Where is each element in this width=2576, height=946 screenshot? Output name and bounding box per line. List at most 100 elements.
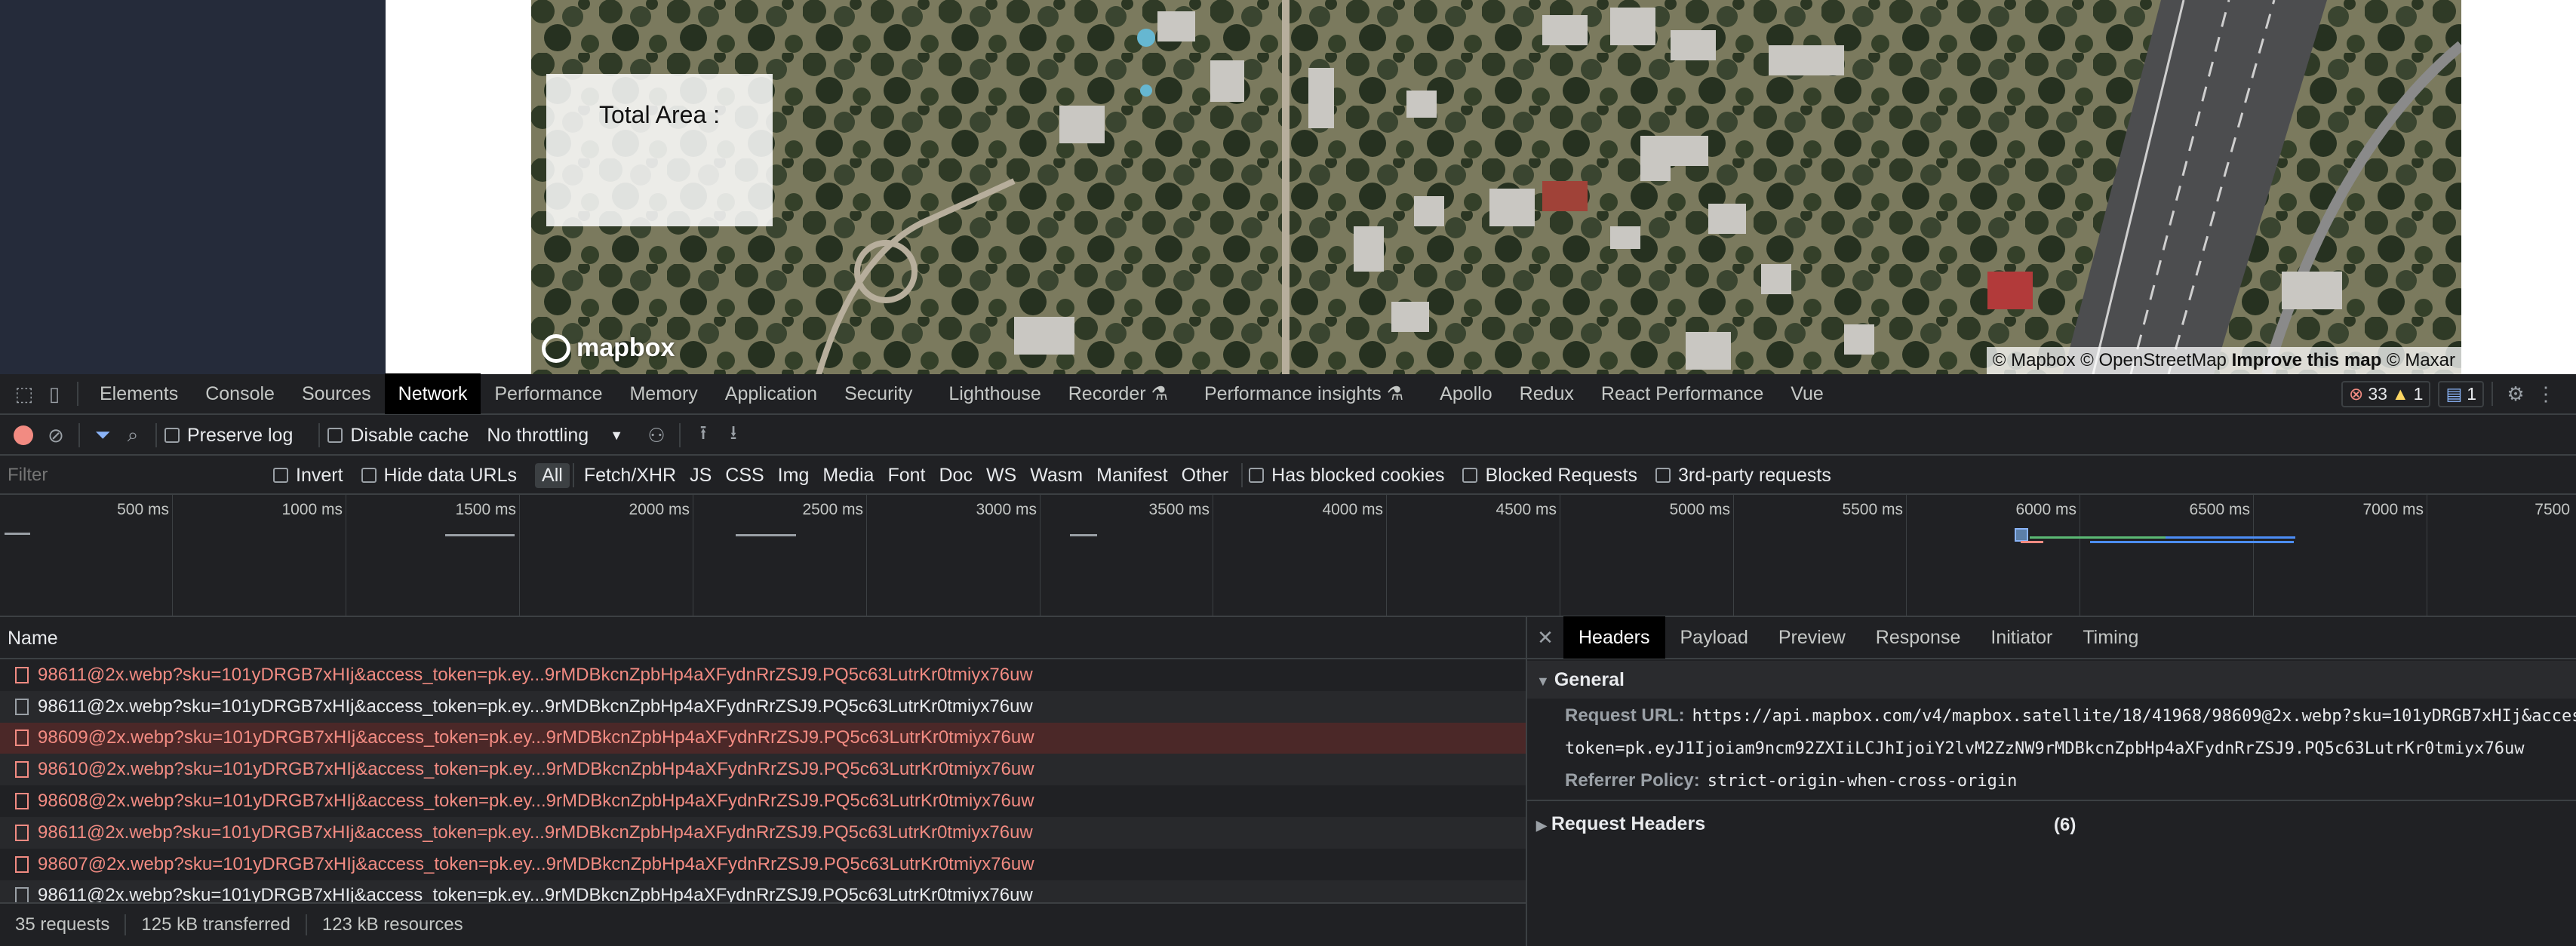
table-row[interactable]: 98608@2x.webp?sku=101yDRGB7xHIj&access_t… (0, 785, 1526, 817)
table-row[interactable]: 98611@2x.webp?sku=101yDRGB7xHIj&access_t… (0, 816, 1526, 849)
request-headers-section[interactable]: ▶ Request Headers (1536, 813, 1705, 835)
improve-map-link[interactable]: Improve this map (2232, 350, 2382, 370)
disable-cache-label: Disable cache (350, 424, 469, 446)
tab-redux[interactable]: Redux (1506, 373, 1588, 414)
tab-sources[interactable]: Sources (288, 373, 385, 414)
network-conditions-icon[interactable]: ⚇ (641, 420, 672, 450)
tab-network[interactable]: Network (384, 373, 481, 414)
inspect-element-icon[interactable]: ⬚ (9, 379, 39, 409)
type-filter-other[interactable]: Other (1175, 463, 1236, 488)
type-filter-css[interactable]: CSS (718, 463, 770, 488)
type-filter-wasm[interactable]: Wasm (1023, 463, 1090, 488)
attribution-osm-link[interactable]: © OpenStreetMap (2080, 350, 2227, 370)
preserve-log-checkbox[interactable]: Preserve log (164, 425, 293, 447)
filter-icon[interactable]: ⏷ (88, 420, 118, 450)
type-filter-font[interactable]: Font (881, 463, 932, 488)
divider (1527, 800, 2576, 801)
type-filter-fetch-xhr[interactable]: Fetch/XHR (577, 463, 683, 488)
issues-counter[interactable]: ⊗ 33 ▲ 1 (2341, 380, 2431, 407)
timeline-request-bar (2015, 528, 2028, 542)
table-row[interactable]: 98607@2x.webp?sku=101yDRGB7xHIj&access_t… (0, 849, 1526, 880)
tab-react-performance[interactable]: React Performance (1588, 373, 1777, 414)
timeline-tick-label: 2000 ms (629, 501, 690, 518)
type-filter-doc[interactable]: Doc (932, 463, 979, 488)
transferred-size: 125 kB transferred (141, 914, 290, 935)
hide-data-urls-checkbox[interactable]: Hide data URLs (361, 465, 517, 487)
third-party-checkbox[interactable]: 3rd-party requests (1655, 465, 1831, 487)
tab-performance-insights[interactable]: Performance insights ⚗ (1182, 373, 1417, 414)
table-row[interactable]: 98609@2x.webp?sku=101yDRGB7xHIj&access_t… (0, 722, 1526, 754)
blocked-requests-checkbox[interactable]: Blocked Requests (1462, 465, 1637, 487)
device-toolbar-icon[interactable]: ▯ (39, 379, 69, 409)
has-blocked-cookies-label: Has blocked cookies (1271, 464, 1445, 486)
clear-icon[interactable]: ⊘ (41, 420, 71, 450)
error-icon: ⊗ (2349, 383, 2364, 404)
satellite-map[interactable]: Total Area : mapbox © Mapbox © OpenStree… (531, 0, 2461, 374)
table-row[interactable]: 98611@2x.webp?sku=101yDRGB7xHIj&access_t… (0, 690, 1526, 723)
type-filter-js[interactable]: JS (683, 463, 718, 488)
request-name: 98611@2x.webp?sku=101yDRGB7xHIj&access_t… (38, 664, 1033, 685)
satellite-imagery (531, 0, 2461, 374)
checkbox-box (1249, 468, 1265, 483)
timeline-tick-label: 5500 ms (1842, 501, 1903, 518)
divider (679, 423, 681, 447)
request-list: 98611@2x.webp?sku=101yDRGB7xHIj&access_t… (0, 659, 1526, 902)
file-icon (15, 729, 29, 747)
tab-response[interactable]: Response (1861, 616, 1976, 659)
timeline-gridline (519, 495, 520, 617)
network-overview-timeline[interactable]: 500 ms 1000 ms 1500 ms 2000 ms 2500 ms 3… (0, 495, 2576, 617)
timeline-tick-label: 4000 ms (1322, 501, 1383, 518)
message-icon: ▤ (2445, 383, 2463, 404)
timeline-tick-label: 3500 ms (1148, 501, 1210, 518)
tab-performance[interactable]: Performance (481, 373, 616, 414)
mapbox-logo[interactable]: mapbox (542, 333, 675, 363)
tab-console[interactable]: Console (192, 373, 288, 414)
divider (78, 423, 80, 447)
disable-cache-checkbox[interactable]: Disable cache (327, 425, 469, 447)
has-blocked-cookies-checkbox[interactable]: Has blocked cookies (1249, 465, 1444, 487)
tab-apollo[interactable]: Apollo (1417, 373, 1506, 414)
type-filter-manifest[interactable]: Manifest (1090, 463, 1174, 488)
type-filter-all[interactable]: All (535, 462, 570, 488)
tab-memory[interactable]: Memory (616, 373, 711, 414)
third-party-label: 3rd-party requests (1677, 464, 1831, 486)
total-area-label: Total Area : (598, 101, 721, 128)
record-icon[interactable] (14, 425, 33, 445)
tab-headers[interactable]: Headers (1563, 616, 1665, 659)
request-name: 98611@2x.webp?sku=101yDRGB7xHIj&access_t… (38, 885, 1033, 902)
tab-timing[interactable]: Timing (2067, 616, 2153, 659)
attribution-mapbox-link[interactable]: © Mapbox (1993, 350, 2076, 370)
throttling-select[interactable]: No throttling ▼ (487, 425, 623, 447)
name-column-header[interactable]: Name (0, 617, 1526, 659)
close-icon[interactable]: ✕ (1530, 622, 1560, 653)
filter-input[interactable] (6, 461, 251, 490)
messages-counter[interactable]: ▤ 1 (2438, 380, 2484, 407)
referrer-policy-value: strict-origin-when-cross-origin (1707, 772, 2018, 791)
tab-recorder[interactable]: Recorder ⚗ (1055, 373, 1182, 414)
tab-payload[interactable]: Payload (1665, 616, 1763, 659)
tab-lighthouse[interactable]: Lighthouse (926, 373, 1054, 414)
tab-initiator[interactable]: Initiator (1975, 616, 2067, 659)
checkbox-box (327, 428, 343, 443)
table-row[interactable]: 98610@2x.webp?sku=101yDRGB7xHIj&access_t… (0, 754, 1526, 786)
general-section-header[interactable]: ▼ General (1527, 661, 2576, 699)
invert-checkbox[interactable]: Invert (273, 465, 343, 487)
tab-security[interactable]: Security (831, 373, 926, 414)
table-row[interactable]: 98611@2x.webp?sku=101yDRGB7xHIj&access_t… (0, 659, 1526, 691)
type-filter-img[interactable]: Img (771, 463, 816, 488)
more-options-icon[interactable]: ⋮ (2531, 379, 2561, 409)
export-har-icon[interactable]: ⭳ (718, 420, 749, 450)
search-icon[interactable]: ⌕ (118, 420, 148, 450)
attribution-maxar-link[interactable]: © Maxar (2387, 350, 2455, 370)
network-toolbar: ⊘ ⏷ ⌕ Preserve log Disable cache No thro… (0, 416, 2576, 456)
settings-gear-icon[interactable]: ⚙ (2501, 379, 2531, 409)
tab-preview[interactable]: Preview (1763, 616, 1861, 659)
import-har-icon[interactable]: ⭱ (688, 420, 718, 450)
table-row[interactable]: 98611@2x.webp?sku=101yDRGB7xHIj&access_t… (0, 880, 1526, 902)
type-filter-ws[interactable]: WS (979, 463, 1023, 488)
tab-application[interactable]: Application (712, 373, 831, 414)
tab-elements[interactable]: Elements (86, 373, 192, 414)
type-filter-media[interactable]: Media (816, 463, 881, 488)
divider (124, 914, 127, 935)
tab-vue[interactable]: Vue (1777, 373, 1837, 414)
